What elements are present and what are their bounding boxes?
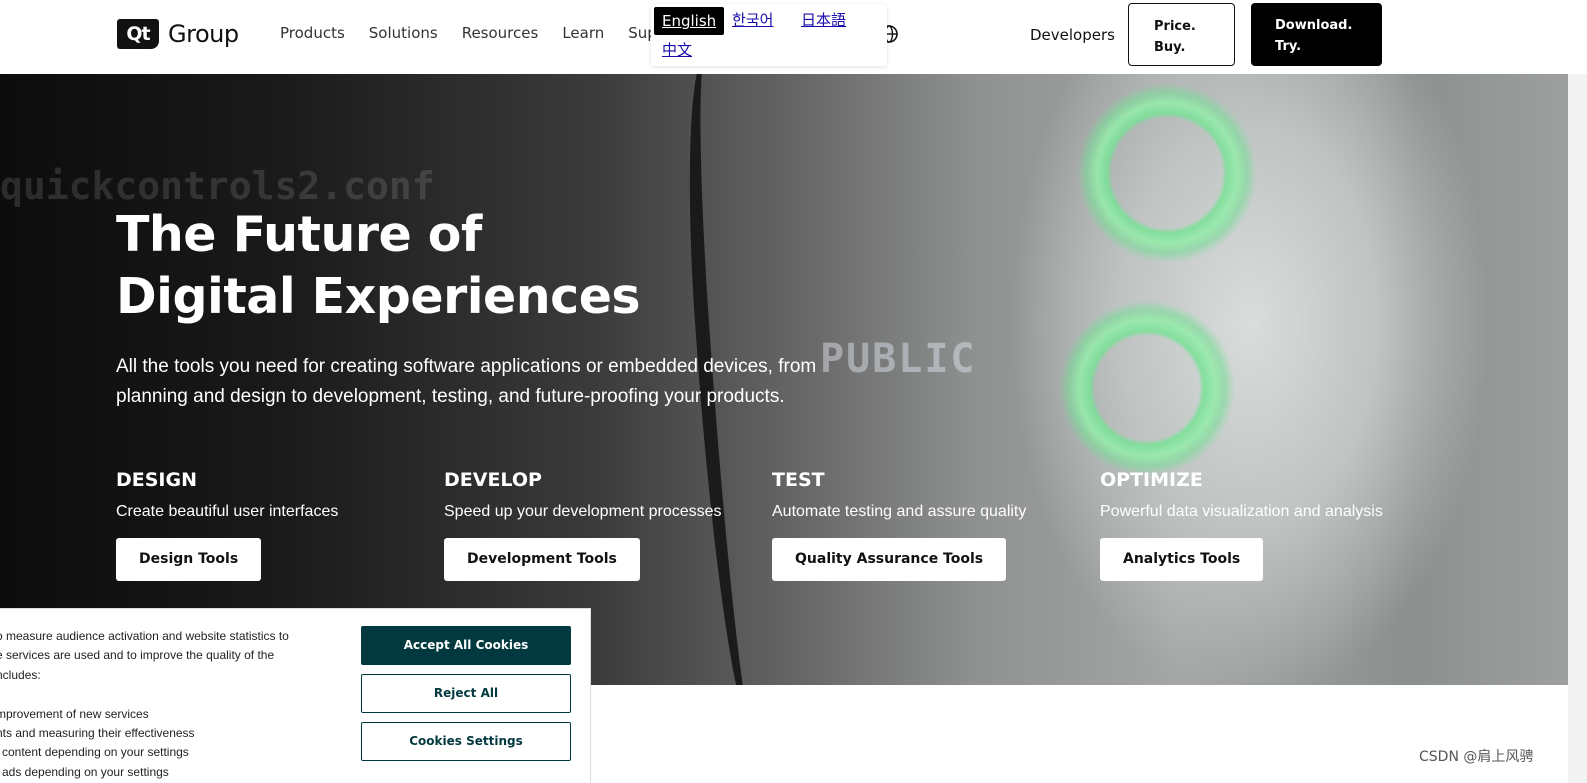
accept-all-cookies-button[interactable]: Accept All Cookies: [361, 626, 571, 665]
logo-text: Group: [168, 20, 239, 48]
design-tools-button[interactable]: Design Tools: [116, 538, 262, 581]
reject-all-button[interactable]: Reject All: [361, 674, 571, 713]
column-test: TEST Automate testing and assure quality…: [772, 469, 1026, 581]
language-selector-popover: English 한국어 日本語 中文: [651, 4, 887, 66]
column-develop: DEVELOP Speed up your development proces…: [444, 469, 722, 581]
column-heading: DEVELOP: [444, 469, 542, 491]
language-english[interactable]: English: [654, 7, 725, 35]
download-try-button[interactable]: Download. Try.: [1251, 3, 1382, 66]
language-korean[interactable]: 한국어: [732, 9, 773, 30]
cookie-text-line: nts and measuring their effectiveness: [0, 726, 195, 741]
hero-subtitle-line-2: planning and design to development, test…: [116, 386, 785, 407]
column-description: Create beautiful user interfaces: [116, 503, 339, 520]
cookies-settings-button[interactable]: Cookies Settings: [361, 722, 571, 761]
main-nav: Products Solutions Resources Learn Suppo…: [280, 24, 706, 42]
hero-title-line-1: The Future of: [116, 206, 482, 263]
price-label: Price.: [1154, 19, 1196, 34]
quality-assurance-tools-button[interactable]: Quality Assurance Tools: [772, 538, 1007, 581]
download-label: Download.: [1275, 18, 1353, 33]
column-heading: TEST: [772, 469, 825, 491]
csdn-watermark: CSDN @肩上风骋: [1419, 749, 1534, 765]
column-description: Powerful data visualization and analysis: [1100, 503, 1383, 520]
nav-products[interactable]: Products: [280, 24, 345, 42]
cookie-text-line: [0, 685, 326, 704]
cookie-text-line: mprovement of new services: [0, 706, 149, 721]
nav-resources[interactable]: Resources: [462, 24, 539, 42]
column-design: DESIGN Create beautiful user interfaces …: [116, 469, 338, 581]
cookie-text-line: l ads depending on your settings: [0, 764, 169, 779]
development-tools-button[interactable]: Development Tools: [444, 538, 640, 581]
hero-title-line-2: Digital Experiences: [116, 268, 641, 325]
language-chinese[interactable]: 中文: [662, 39, 692, 60]
buy-label: Buy.: [1154, 40, 1186, 55]
developers-link[interactable]: Developers: [1030, 26, 1115, 44]
cookie-text-line: o measure audience activation and websit…: [0, 629, 289, 643]
column-description: Speed up your development processes: [444, 503, 722, 520]
page: Qt Group Products Solutions Resources Le…: [0, 0, 1587, 783]
cookie-consent-banner: o measure audience activation and websit…: [0, 608, 591, 783]
qt-group-logo[interactable]: Qt Group: [117, 19, 239, 49]
try-label: Try.: [1275, 39, 1302, 54]
nav-solutions[interactable]: Solutions: [369, 24, 438, 42]
column-optimize: OPTIMIZE Powerful data visualization and…: [1100, 469, 1383, 581]
hero-background-code-text: quickcontrols2.conf: [0, 164, 435, 208]
nav-learn[interactable]: Learn: [562, 24, 604, 42]
cookie-text-line: e services are used and to improve the q…: [0, 648, 275, 663]
hero-subtitle: All the tools you need for creating soft…: [116, 352, 836, 412]
price-buy-button[interactable]: Price. Buy.: [1128, 3, 1235, 66]
cookie-text-line: l content depending on your settings: [0, 745, 189, 760]
hero-background-public-text: PUBLIC: [820, 336, 977, 382]
column-heading: DESIGN: [116, 469, 198, 491]
logo-mark: Qt: [117, 19, 159, 49]
hero-title: The Future of Digital Experiences: [116, 204, 641, 328]
hero-subtitle-line-1: All the tools you need for creating soft…: [116, 356, 817, 377]
column-heading: OPTIMIZE: [1100, 469, 1203, 491]
language-japanese[interactable]: 日本語: [801, 9, 846, 30]
column-description: Automate testing and assure quality: [772, 503, 1027, 520]
page-scrollbar[interactable]: [1568, 0, 1587, 783]
analytics-tools-button[interactable]: Analytics Tools: [1100, 538, 1264, 581]
cookie-text-line: ncludes:: [0, 667, 41, 682]
hero-section: quickcontrols2.conf PUBLIC The Future of…: [0, 74, 1568, 685]
cookie-description: o measure audience activation and websit…: [0, 627, 326, 782]
